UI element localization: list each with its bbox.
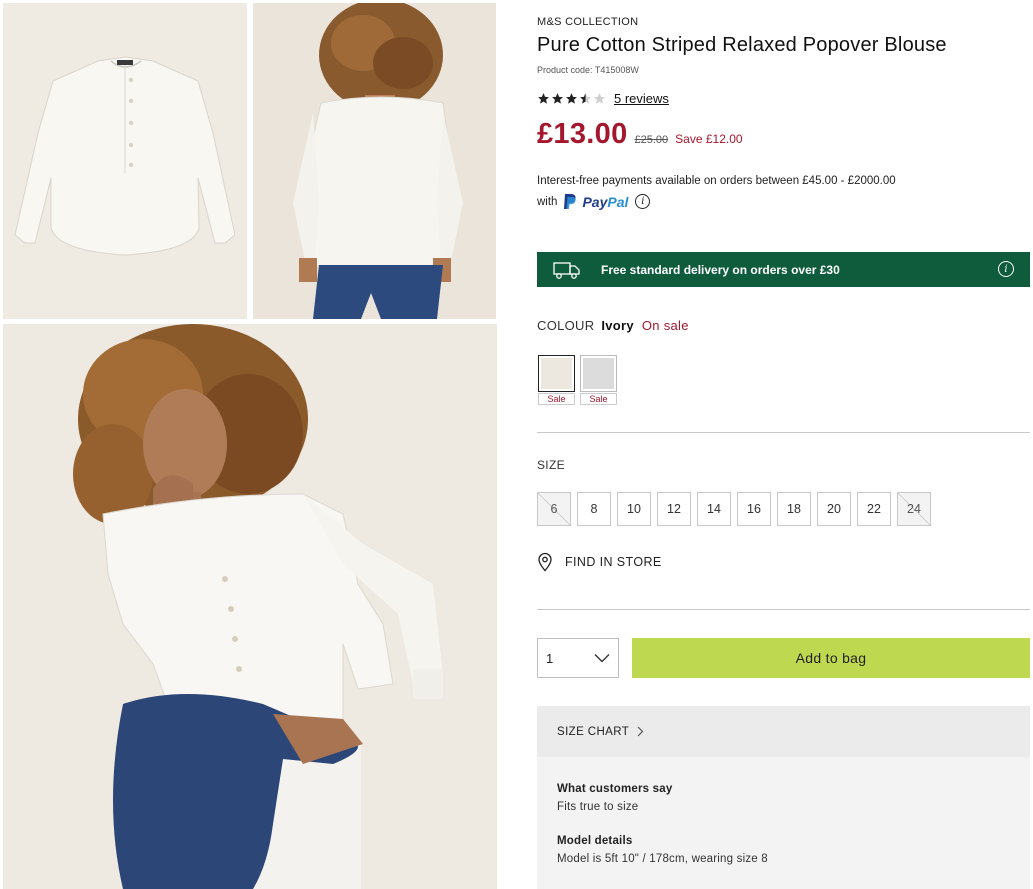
model-details-text: Model is 5ft 10" / 178cm, wearing size 8 [557,853,768,865]
size-option-16[interactable]: 16 [737,492,771,526]
product-code: Product code: T415008W [537,65,639,75]
star-rating [537,92,606,105]
product-image-model-seated[interactable] [3,324,497,889]
size-option-14[interactable]: 14 [697,492,731,526]
star-full-icon [552,92,563,104]
size-chart-label: SIZE CHART [557,725,630,738]
location-pin-icon [538,552,552,572]
sale-tag: Sale [538,393,575,405]
size-option-22[interactable]: 22 [857,492,891,526]
product-image-back-view[interactable] [253,3,496,319]
delivery-banner[interactable]: Free standard delivery on orders over £3… [537,252,1030,287]
payment-info-text: Interest-free payments available on orde… [537,175,896,187]
paypal-logo-icon [564,194,577,209]
current-price: £13.00 [537,118,628,150]
customers-say-text: Fits true to size [557,801,639,813]
colour-swatch-ivory[interactable]: Sale [538,355,575,405]
star-half-icon [580,92,591,104]
customers-say-title: What customers say [557,783,673,795]
price-row: £13.00 £25.00 Save £12.00 [537,118,743,151]
brand-name: M&S COLLECTION [537,16,639,28]
divider [537,609,1030,610]
add-to-bag-button[interactable]: Add to bag [632,638,1030,678]
star-full-icon [538,92,549,104]
reviews-link[interactable]: 5 reviews [614,91,669,106]
colour-selection-label: COLOUR Ivory On sale [537,318,689,333]
paypal-word-pal: Pal [607,193,629,210]
size-option-8[interactable]: 8 [577,492,611,526]
paypal-with-label: with [537,195,558,208]
size-option-10[interactable]: 10 [617,492,651,526]
swatch-color-fill [541,358,572,389]
delivery-info-icon[interactable]: i [998,261,1014,277]
size-option-12[interactable]: 12 [657,492,691,526]
paypal-word-pay: Pay [582,193,608,210]
swatch-box [580,355,617,392]
product-details-panel: M&S COLLECTION Pure Cotton Striped Relax… [537,0,1030,889]
star-full-icon [566,92,577,104]
divider [537,432,1030,433]
swatch-box [538,355,575,392]
save-amount: Save £12.00 [675,132,743,146]
model-seated-illustration [3,324,497,889]
model-details-title: Model details [557,835,633,847]
colour-sale-text: On sale [641,318,689,333]
fit-details-section: What customers say Fits true to size Mod… [537,757,1030,889]
chevron-right-icon [637,726,644,737]
colour-swatch-grey[interactable]: Sale [580,355,617,405]
product-title: Pure Cotton Striped Relaxed Popover Blou… [537,34,947,56]
blouse-flat-lay-illustration [3,3,247,319]
product-image-flat-lay[interactable] [3,3,247,319]
chevron-down-icon [594,654,610,663]
quantity-select[interactable]: 1 [537,638,619,678]
product-gallery [0,0,500,889]
sale-tag: Sale [580,393,617,405]
truck-icon [553,261,580,279]
payment-info-icon[interactable]: i [635,194,651,209]
size-option-20[interactable]: 20 [817,492,851,526]
swatch-color-fill [583,358,614,389]
rating-row: 5 reviews [537,90,669,106]
colour-value: Ivory [601,318,634,333]
size-label: SIZE [537,458,565,472]
paypal-row: with PayPal i [537,193,651,210]
size-option-18[interactable]: 18 [777,492,811,526]
delivery-text: Free standard delivery on orders over £3… [601,262,840,277]
find-in-store-link[interactable]: FIND IN STORE [537,552,662,572]
quantity-value: 1 [546,650,554,666]
model-back-view-illustration [253,3,496,319]
colour-label: COLOUR [537,318,595,333]
paypal-wordmark: PayPal [582,194,628,210]
star-empty-icon [594,92,605,104]
size-chart-link[interactable]: SIZE CHART [537,706,1030,757]
size-option-24[interactable]: 24 [897,492,931,526]
find-in-store-label: FIND IN STORE [565,555,662,569]
was-price: £25.00 [634,134,669,146]
size-option-6[interactable]: 6 [537,492,571,526]
